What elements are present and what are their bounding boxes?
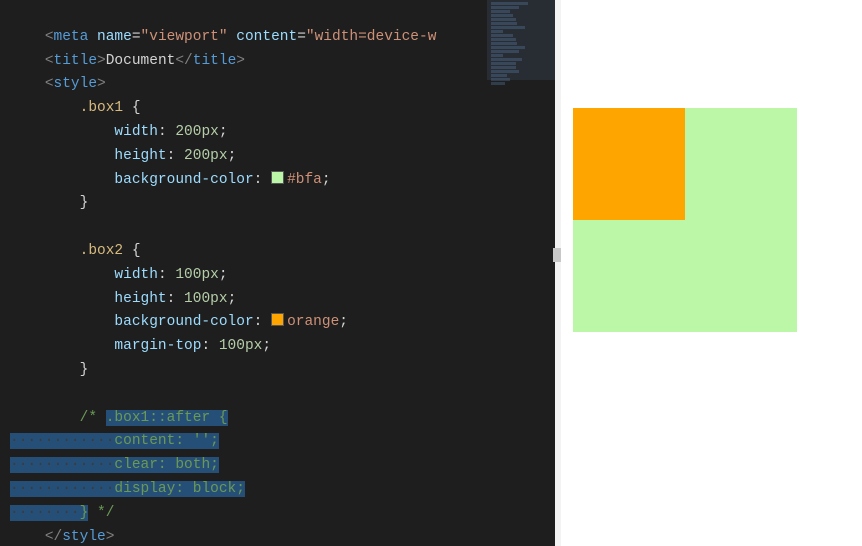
code-area[interactable]: <meta name="viewport" content="width=dev… xyxy=(0,0,555,546)
code-line: height: 200px; xyxy=(10,148,236,164)
code-line: <meta name="viewport" content="width=dev… xyxy=(10,29,436,45)
code-line: </style> xyxy=(10,529,114,545)
code-line: ············clear: both; xyxy=(10,457,219,473)
code-line: /* .box1::after { xyxy=(10,410,228,426)
color-swatch xyxy=(271,171,284,184)
minimap[interactable] xyxy=(487,0,555,546)
code-line xyxy=(10,386,19,402)
code-line: background-color: #bfa; xyxy=(10,172,331,188)
code-line: ········} */ xyxy=(10,505,114,521)
code-line: width: 100px; xyxy=(10,267,228,283)
minimap-content xyxy=(491,2,553,86)
preview-box2 xyxy=(573,108,685,220)
code-line: height: 100px; xyxy=(10,291,236,307)
code-editor-pane[interactable]: <meta name="viewport" content="width=dev… xyxy=(0,0,555,546)
code-line: } xyxy=(10,195,88,211)
code-line: ············content: ''; xyxy=(10,433,219,449)
code-line: background-color: orange; xyxy=(10,314,348,330)
code-line: width: 200px; xyxy=(10,124,228,140)
code-line: <title>Document</title> xyxy=(10,53,245,69)
code-line: ············display: block; xyxy=(10,481,245,497)
code-line: } xyxy=(10,362,88,378)
code-line xyxy=(10,219,19,235)
code-line: <style> xyxy=(10,76,106,92)
code-line: margin-top: 100px; xyxy=(10,338,271,354)
code-line: .box2 { xyxy=(10,243,141,259)
code-line: .box1 { xyxy=(10,100,141,116)
browser-preview-pane xyxy=(561,0,862,546)
color-swatch xyxy=(271,313,284,326)
